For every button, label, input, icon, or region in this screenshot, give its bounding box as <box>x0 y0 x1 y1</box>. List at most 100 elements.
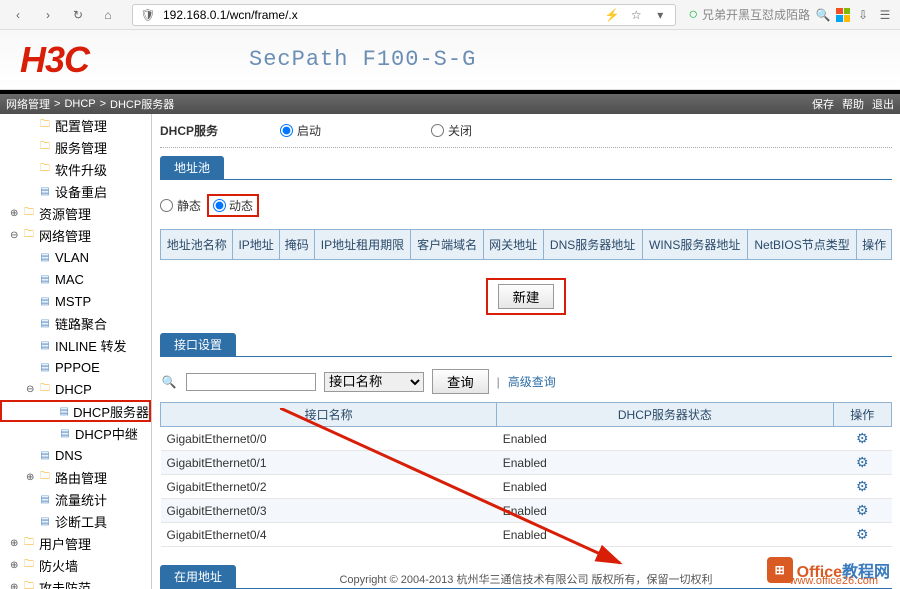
search-icon[interactable]: 🔍 <box>814 6 832 24</box>
cell-ifname: GigabitEthernet0/3 <box>161 499 497 523</box>
table-row: GigabitEthernet0/3 Enabled ⚙ <box>161 499 892 523</box>
url-input[interactable] <box>163 8 597 22</box>
sidebar-item-流量统计[interactable]: ▤流量统计 <box>0 488 151 510</box>
pool-type-row: 静态 动态 <box>160 188 892 223</box>
tree-label: 攻击防范 <box>39 578 91 589</box>
tree-toggle-icon[interactable]: ⊕ <box>10 582 22 589</box>
sidebar-item-攻击防范[interactable]: ⊕🗀攻击防范 <box>0 576 151 589</box>
qihoo-icon[interactable]: ○ <box>688 6 698 24</box>
save-link[interactable]: 保存 <box>812 96 834 112</box>
sidebar-item-资源管理[interactable]: ⊕🗀资源管理 <box>0 202 151 224</box>
search-icon[interactable]: 🔍 <box>160 375 178 389</box>
tree-toggle-icon[interactable]: ⊖ <box>10 230 22 241</box>
browser-toolbar: ‹ › ↻ ⌂ 🛡 ⚡ ☆ ▾ ○ 兄弟开黑互怼成陌路 🔍 ⇩ ☰ <box>0 0 900 30</box>
pool-col: 掩码 <box>279 230 314 260</box>
sidebar-item-VLAN[interactable]: ▤VLAN <box>0 246 151 268</box>
pool-col: IP地址租用期限 <box>314 230 411 260</box>
exit-link[interactable]: 退出 <box>872 96 894 112</box>
msft-icon[interactable] <box>836 8 850 22</box>
sidebar-item-DHCP服务器[interactable]: ▤DHCP服务器 <box>0 400 151 422</box>
col-op: 操作 <box>833 403 892 427</box>
tree-toggle-icon[interactable]: ⊕ <box>26 472 38 483</box>
sidebar-item-路由管理[interactable]: ⊕🗀路由管理 <box>0 466 151 488</box>
sidebar-item-防火墙[interactable]: ⊕🗀防火墙 <box>0 554 151 576</box>
edit-icon[interactable]: ⚙ <box>856 502 869 518</box>
tree-label: DHCP服务器 <box>73 402 149 421</box>
page-icon: ▤ <box>38 317 52 329</box>
folder-icon: 🗀 <box>22 581 36 589</box>
tree-toggle-icon[interactable]: ⊖ <box>26 384 38 395</box>
new-button[interactable]: 新建 <box>498 284 555 309</box>
sidebar-item-PPPOE[interactable]: ▤PPPOE <box>0 356 151 378</box>
page-icon: ▤ <box>38 339 52 351</box>
edit-icon[interactable]: ⚙ <box>856 454 869 470</box>
bc-dhcp-server[interactable]: DHCP服务器 <box>110 96 174 112</box>
refresh-icon[interactable]: ↻ <box>66 5 90 25</box>
page-icon: ▤ <box>58 405 70 417</box>
search-input[interactable] <box>186 373 316 391</box>
pool-col: WINS服务器地址 <box>642 230 747 260</box>
field-select[interactable]: 接口名称 <box>324 372 424 392</box>
table-row: GigabitEthernet0/2 Enabled ⚙ <box>161 475 892 499</box>
tree-label: 软件升级 <box>55 160 107 179</box>
sidebar-item-用户管理[interactable]: ⊕🗀用户管理 <box>0 532 151 554</box>
sidebar-item-诊断工具[interactable]: ▤诊断工具 <box>0 510 151 532</box>
bc-net[interactable]: 网络管理 <box>6 96 50 112</box>
sidebar-item-服务管理[interactable]: 🗀服务管理 <box>0 136 151 158</box>
dhcp-service-row: DHCP服务 启动 关闭 <box>160 118 892 148</box>
sidebar-item-MAC[interactable]: ▤MAC <box>0 268 151 290</box>
sidebar-item-网络管理[interactable]: ⊖🗀网络管理 <box>0 224 151 246</box>
cell-ifname: GigabitEthernet0/0 <box>161 427 497 451</box>
sidebar-item-DHCP中继[interactable]: ▤DHCP中继 <box>0 422 151 444</box>
url-bar: 🛡 ⚡ ☆ ▾ <box>132 4 676 26</box>
edit-icon[interactable]: ⚙ <box>856 478 869 494</box>
tree-label: MAC <box>55 272 84 287</box>
radio-disable[interactable] <box>431 124 444 137</box>
sidebar-item-DNS[interactable]: ▤DNS <box>0 444 151 466</box>
tab-interface[interactable]: 接口设置 <box>160 333 236 356</box>
pool-col: 客户端域名 <box>411 230 483 260</box>
folder-icon: 🗀 <box>38 163 52 175</box>
help-link[interactable]: 帮助 <box>842 96 864 112</box>
tree-toggle-icon[interactable]: ⊕ <box>10 538 22 549</box>
bc-dhcp[interactable]: DHCP <box>64 98 95 110</box>
edit-icon[interactable]: ⚙ <box>856 526 869 542</box>
radio-static[interactable] <box>160 199 173 212</box>
flash-icon[interactable]: ⚡ <box>603 6 621 24</box>
nav-back-icon[interactable]: ‹ <box>6 5 30 25</box>
radio-enable[interactable] <box>280 124 293 137</box>
folder-icon: 🗀 <box>22 207 36 219</box>
sidebar-item-链路聚合[interactable]: ▤链路聚合 <box>0 312 151 334</box>
folder-icon: 🗀 <box>22 229 36 241</box>
nav-forward-icon[interactable]: › <box>36 5 60 25</box>
tree-label: 用户管理 <box>39 534 91 553</box>
main-panel: DHCP服务 启动 关闭 地址池 静态 动态 地址池名称IP地址掩码IP地址租用… <box>152 114 900 589</box>
folder-icon: 🗀 <box>38 119 52 131</box>
sidebar-item-配置管理[interactable]: 🗀配置管理 <box>0 114 151 136</box>
sidebar-item-MSTP[interactable]: ▤MSTP <box>0 290 151 312</box>
sidebar: 🗀配置管理🗀服务管理🗀软件升级▤设备重启⊕🗀资源管理⊖🗀网络管理▤VLAN▤MA… <box>0 114 152 589</box>
tree-toggle-icon[interactable]: ⊕ <box>10 208 22 219</box>
edit-icon[interactable]: ⚙ <box>856 430 869 446</box>
folder-icon: 🗀 <box>22 537 36 549</box>
tree-toggle-icon[interactable]: ⊕ <box>10 560 22 571</box>
bookmark-icon[interactable]: ☆ <box>627 6 645 24</box>
cell-status: Enabled <box>497 427 833 451</box>
dynamic-highlight: 动态 <box>207 194 259 217</box>
menu-icon[interactable]: ☰ <box>876 6 894 24</box>
pool-col: IP地址 <box>233 230 280 260</box>
folder-icon: 🗀 <box>38 471 52 483</box>
sidebar-item-INLINE 转发[interactable]: ▤INLINE 转发 <box>0 334 151 356</box>
query-button[interactable]: 查询 <box>432 369 489 394</box>
download-icon[interactable]: ⇩ <box>854 6 872 24</box>
radio-dynamic[interactable] <box>213 199 226 212</box>
dropdown-icon[interactable]: ▾ <box>651 6 669 24</box>
sidebar-item-设备重启[interactable]: ▤设备重启 <box>0 180 151 202</box>
tab-pool[interactable]: 地址池 <box>160 156 224 179</box>
sidebar-item-软件升级[interactable]: 🗀软件升级 <box>0 158 151 180</box>
page-icon: ▤ <box>38 361 52 373</box>
tree-label: DHCP <box>55 382 92 397</box>
sidebar-item-DHCP[interactable]: ⊖🗀DHCP <box>0 378 151 400</box>
advanced-query-link[interactable]: 高级查询 <box>508 373 556 390</box>
home-icon[interactable]: ⌂ <box>96 5 120 25</box>
